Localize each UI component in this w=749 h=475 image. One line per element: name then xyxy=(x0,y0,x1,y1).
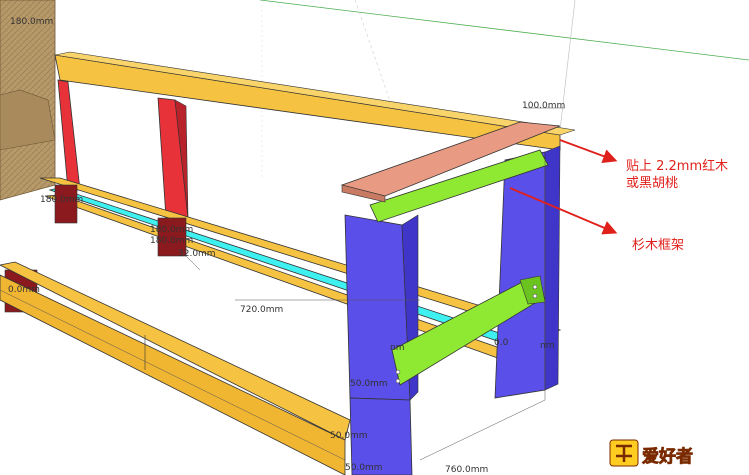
sofa-frame-diagram: 180.0mm 100.0mm 180.0mm 180.0mm 180.0mm … xyxy=(0,0,749,475)
red-post-left xyxy=(57,79,81,191)
dim-50-bot: 50.0mm xyxy=(345,463,383,473)
woodworker-logo-icon: 爱好者 xyxy=(609,439,693,467)
green-axis-line xyxy=(259,0,749,61)
blue-leg-back-side xyxy=(544,145,561,391)
annotation-hardwood: 贴上 2.2mm红木 或黑胡桃 xyxy=(626,158,732,191)
dim-50-mid: 50.0mm xyxy=(350,379,388,389)
dim-nm-b: nm xyxy=(540,341,554,351)
arrow-hardwood xyxy=(559,139,618,164)
sofa-cushion xyxy=(0,0,56,201)
front-rail-top xyxy=(0,261,351,441)
blue-leg-back xyxy=(494,151,546,399)
dim-180-a: 180.0mm xyxy=(40,195,83,205)
dim-top-left: 180.0mm xyxy=(10,17,53,27)
dim-760: 760.0mm xyxy=(445,465,488,475)
annotation-fir-frame: 杉木框架 xyxy=(632,238,684,253)
dim-100-top: 100.0mm xyxy=(522,101,565,111)
dim-720: 720.0mm xyxy=(240,305,283,315)
dim-0-right: 0.0 xyxy=(494,338,509,348)
dim-bottom-left: 0.0mm xyxy=(8,285,40,295)
logo-text: 爱好者 xyxy=(642,446,693,467)
back-top-rail-top xyxy=(54,51,576,136)
dim-180-c: 180.0mm xyxy=(150,236,193,246)
dim-180-b: 180.0mm xyxy=(150,225,193,235)
dim-nm-a: nm xyxy=(390,343,404,353)
dim-32: 32.0mm xyxy=(178,249,216,259)
dim-50-low: 50.0mm xyxy=(330,431,368,441)
